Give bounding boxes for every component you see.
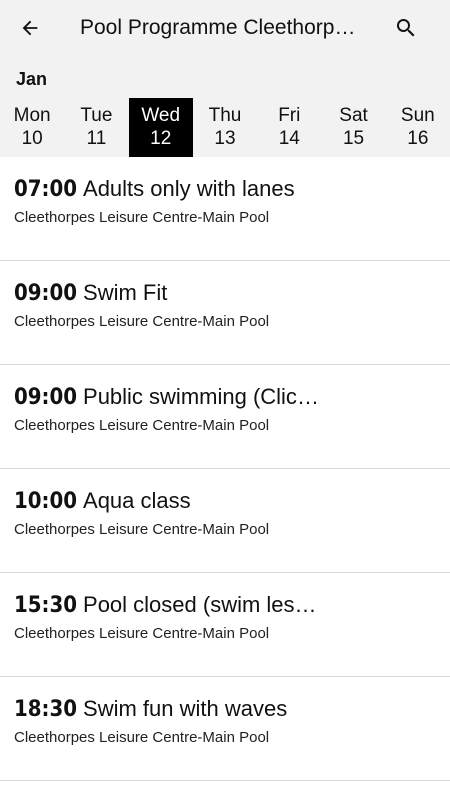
session-heading: 15:30 Pool closed (swim lessons) xyxy=(14,591,324,620)
session-time: 18:30 xyxy=(14,697,78,722)
day-sat[interactable]: Sat 15 xyxy=(321,98,385,157)
session-name: Pool closed (swim lessons) xyxy=(83,592,324,617)
session-name: Swim Fit xyxy=(83,280,168,305)
day-name: Sat xyxy=(339,105,368,126)
session-item[interactable]: 09:00 Swim Fit Cleethorpes Leisure Centre… xyxy=(0,261,450,365)
day-number: 16 xyxy=(407,128,429,149)
day-thu[interactable]: Thu 13 xyxy=(193,98,257,157)
session-heading: 09:00 Swim Fit xyxy=(14,279,324,308)
day-name: Thu xyxy=(208,105,242,126)
day-name: Sun xyxy=(400,105,435,126)
session-heading: 10:00 Aqua class xyxy=(14,487,324,516)
day-tue[interactable]: Tue 11 xyxy=(64,98,128,157)
session-name: Aqua class xyxy=(83,488,191,513)
session-time: 07:00 xyxy=(14,177,78,202)
search-icon xyxy=(397,19,415,37)
day-selector: Mon 10 Tue 11 Wed 12 Thu 13 Fri 14 Sat 1… xyxy=(0,98,450,157)
session-item[interactable]: 10:00 Aqua class Cleethorpes Leisure Cent… xyxy=(0,469,450,573)
session-venue: Cleethorpes Leisure Centre-Main Pool xyxy=(14,729,270,746)
session-item[interactable]: 07:00 Adults only with lanes Cleethorpes … xyxy=(0,157,450,261)
session-time: 15:30 xyxy=(14,593,78,618)
session-item[interactable]: 18:30 Swim fun with waves Cleethorpes Lei… xyxy=(0,677,450,781)
day-name: Wed xyxy=(141,105,181,126)
search-button[interactable] xyxy=(390,12,422,44)
session-time: 09:00 xyxy=(14,281,78,306)
session-item[interactable]: 15:30 Pool closed (swim lessons) Cleethor… xyxy=(0,573,450,677)
day-number: 15 xyxy=(342,128,365,149)
app-bar: Pool Programme Cleethorpes Leisure Centr… xyxy=(0,0,450,56)
session-time: 10:00 xyxy=(14,489,78,514)
session-name: Swim fun with waves xyxy=(83,696,288,721)
session-heading: 09:00Public swimming (Click here for det… xyxy=(14,383,324,412)
day-wed-selected[interactable]: Wed 12 xyxy=(128,98,193,157)
session-venue: Cleethorpes Leisure Centre-Main Pool xyxy=(14,521,270,538)
session-name: Public swimming (Click here for details) xyxy=(83,384,324,409)
day-fri[interactable]: Fri 14 xyxy=(257,98,321,157)
day-number: 12 xyxy=(150,128,172,149)
day-name: Tue xyxy=(80,105,113,126)
session-time: 09:00 xyxy=(14,385,78,410)
day-name: Fri xyxy=(278,105,301,126)
day-number: 10 xyxy=(21,128,43,149)
session-venue: Cleethorpes Leisure Centre-Main Pool xyxy=(14,313,270,330)
session-list: 07:00 Adults only with lanes Cleethorpes … xyxy=(0,157,450,800)
session-venue: Cleethorpes Leisure Centre-Main Pool xyxy=(14,417,270,434)
session-name: Adults only with lanes xyxy=(83,176,295,201)
back-button[interactable] xyxy=(14,12,46,44)
arrow-left-icon xyxy=(22,20,38,36)
session-item[interactable]: 09:00Public swimming (Click here for det… xyxy=(0,365,450,469)
day-number: 13 xyxy=(214,128,236,149)
month-label: Jan xyxy=(16,69,48,89)
day-sun[interactable]: Sun 16 xyxy=(386,98,450,157)
session-heading: 18:30 Swim fun with waves xyxy=(14,695,324,724)
session-heading: 07:00 Adults only with lanes xyxy=(14,175,324,204)
day-mon[interactable]: Mon 10 xyxy=(0,98,64,157)
session-venue: Cleethorpes Leisure Centre-Main Pool xyxy=(14,209,270,226)
page-title: Pool Programme Cleethorpes Leisure Centr… xyxy=(80,16,365,39)
day-number: 11 xyxy=(86,128,107,149)
day-number: 14 xyxy=(278,128,300,149)
session-venue: Cleethorpes Leisure Centre-Main Pool xyxy=(14,625,270,642)
week-strip: Jan Mon 10 Tue 11 Wed 12 Thu 13 Fri 14 S… xyxy=(0,56,450,157)
day-name: Mon xyxy=(13,105,51,126)
